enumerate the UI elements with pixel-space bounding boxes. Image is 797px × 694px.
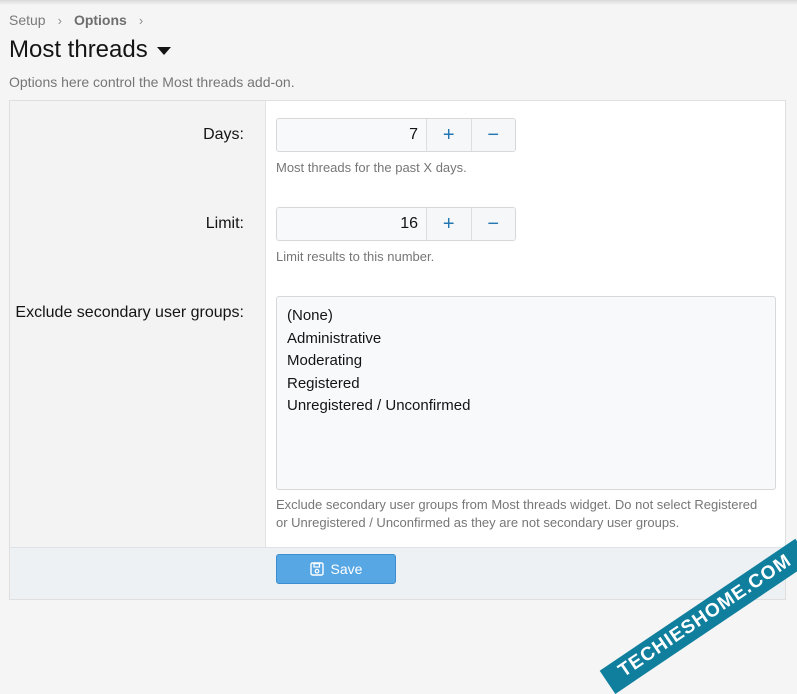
days-decrement-button[interactable]: −	[470, 119, 515, 151]
page-title: Most threads	[9, 36, 148, 63]
exclude-groups-label: Exclude secondary user groups:	[15, 304, 244, 321]
group-option[interactable]: Registered	[287, 373, 765, 396]
caret-down-icon[interactable]	[156, 47, 171, 55]
limit-label: Limit:	[205, 215, 244, 232]
group-option[interactable]: (None)	[287, 305, 765, 328]
breadcrumb-separator-icon: ›	[138, 12, 144, 28]
days-increment-button[interactable]: +	[427, 119, 471, 151]
page-description: Options here control the Most threads ad…	[9, 74, 295, 90]
exclude-groups-listbox[interactable]: (None) Administrative Moderating Registe…	[276, 296, 776, 490]
limit-input[interactable]: 16	[277, 208, 427, 240]
days-hint: Most threads for the past X days.	[276, 160, 467, 175]
group-option[interactable]: Administrative	[287, 328, 765, 351]
options-panel: Days: 7 + − Most threads for the past X …	[9, 100, 786, 600]
label-column	[10, 101, 266, 547]
exclude-groups-hint-line: or Unregistered / Unconfirmed as they ar…	[276, 515, 680, 530]
days-input[interactable]: 7	[277, 119, 427, 151]
limit-stepper: 16 + −	[276, 207, 516, 241]
exclude-groups-hint-line: Exclude secondary user groups from Most …	[276, 497, 758, 512]
exclude-groups-hint: Exclude secondary user groups from Most …	[276, 496, 757, 532]
limit-decrement-button[interactable]: −	[470, 208, 515, 240]
limit-increment-button[interactable]: +	[427, 208, 471, 240]
minus-icon: −	[487, 123, 500, 146]
save-icon	[309, 562, 324, 576]
minus-icon: −	[487, 212, 500, 235]
breadcrumb-separator-icon: ›	[57, 12, 62, 28]
top-shadow	[0, 0, 797, 5]
breadcrumb: Setup › Options ›	[9, 12, 155, 28]
form-footer: Save	[10, 547, 785, 599]
days-stepper: 7 + −	[276, 118, 516, 152]
save-label: Save	[330, 561, 363, 577]
title-row[interactable]: Most threads	[9, 36, 171, 64]
limit-hint: Limit results to this number.	[276, 249, 435, 264]
breadcrumb-setup[interactable]: Setup	[9, 12, 46, 28]
plus-icon: +	[442, 123, 455, 146]
breadcrumb-options[interactable]: Options	[74, 12, 127, 28]
group-option[interactable]: Unregistered / Unconfirmed	[287, 395, 765, 418]
save-button[interactable]: Save	[276, 554, 396, 584]
days-label: Days:	[203, 126, 244, 143]
plus-icon: +	[442, 212, 455, 235]
group-option[interactable]: Moderating	[287, 350, 765, 373]
